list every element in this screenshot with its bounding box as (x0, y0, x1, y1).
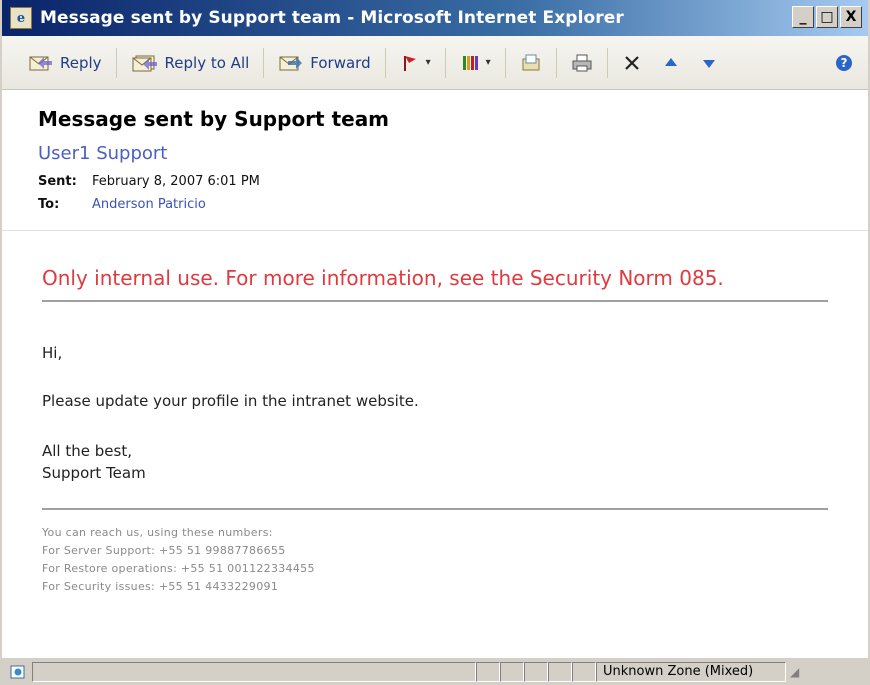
flag-icon (400, 53, 420, 73)
security-zone[interactable]: Unknown Zone (Mixed) (596, 661, 786, 682)
toolbar-separator (263, 47, 265, 78)
print-button[interactable] (561, 45, 603, 81)
footer-divider (42, 508, 828, 510)
reply-icon (28, 53, 54, 73)
signature-block: All the best, Support Team (42, 440, 828, 484)
categories-button[interactable]: ▾ (450, 45, 501, 81)
status-pane (548, 661, 572, 682)
toolbar-separator (384, 47, 386, 78)
message-subject: Message sent by Support team (38, 107, 390, 131)
forward-icon (278, 53, 304, 73)
reply-all-label: Reply to All (164, 53, 250, 72)
browser-window: e Message sent by Support team - Microso… (0, 0, 870, 685)
delete-icon (622, 53, 642, 73)
status-pane (572, 661, 596, 682)
previous-item-button[interactable] (652, 45, 690, 81)
chevron-down-icon: ▾ (485, 57, 491, 68)
message-header: Message sent by Support team User1 Suppo… (2, 91, 868, 231)
flag-button[interactable]: ▾ (390, 45, 441, 81)
toolbar-separator (115, 47, 117, 78)
toolbar-separator (444, 47, 446, 78)
resize-grip-icon[interactable]: ◢ (790, 665, 799, 679)
status-pane (476, 661, 500, 682)
sent-row: Sent: February 8, 2007 6:01 PM (38, 174, 868, 189)
zone-label: Unknown Zone (Mixed) (603, 664, 754, 679)
greeting-text: Hi, (42, 344, 63, 362)
window-title: Message sent by Support team - Microsoft… (40, 8, 624, 28)
sent-value: February 8, 2007 6:01 PM (92, 174, 260, 189)
signature-text: Support Team (42, 464, 146, 482)
status-text-pane (32, 661, 476, 682)
message-toolbar: Reply Reply to All Forward ▾ ▾ ? (2, 36, 868, 90)
message-body: Only internal use. For more information,… (42, 232, 828, 596)
sent-label: Sent: (38, 174, 77, 189)
help-button[interactable]: ? (824, 45, 868, 81)
minimize-button[interactable]: _ (792, 6, 814, 28)
forward-button[interactable]: Forward (268, 45, 380, 81)
status-pane (500, 661, 524, 682)
next-item-button[interactable] (690, 45, 728, 81)
contact-footer: You can reach us, using these numbers: F… (42, 524, 828, 596)
reply-label: Reply (60, 53, 102, 72)
print-icon (571, 53, 593, 73)
reply-all-button[interactable]: Reply to All (121, 45, 260, 81)
chevron-down-icon: ▾ (425, 57, 431, 68)
reply-button[interactable]: Reply (18, 45, 112, 81)
window-controls: _ □ X (792, 6, 862, 28)
closing-text: All the best, (42, 442, 132, 460)
footer-line: You can reach us, using these numbers: (42, 526, 273, 539)
reply-all-icon (131, 53, 159, 73)
previous-item-icon (662, 54, 680, 72)
status-pane (524, 661, 548, 682)
delete-button[interactable] (612, 45, 652, 81)
toolbar-separator (555, 47, 557, 78)
svg-text:?: ? (841, 56, 848, 70)
categories-icon (460, 53, 480, 73)
to-recipient[interactable]: Anderson Patricio (92, 197, 206, 212)
close-button[interactable]: X (840, 6, 862, 28)
ie-app-icon: e (10, 7, 32, 29)
title-bar[interactable]: e Message sent by Support team - Microso… (2, 0, 868, 36)
to-label: To: (38, 197, 60, 212)
security-banner: Only internal use. For more information,… (42, 266, 828, 302)
footer-line: For Security issues: +55 51 4433229091 (42, 580, 279, 593)
footer-line: For Server Support: +55 51 99887786655 (42, 544, 286, 557)
maximize-button[interactable]: □ (816, 6, 838, 28)
message-sender[interactable]: User1 Support (38, 143, 868, 164)
toolbar-separator (504, 47, 506, 78)
next-item-icon (700, 54, 718, 72)
forward-label: Forward (310, 53, 371, 72)
to-row: To: Anderson Patricio (38, 197, 868, 212)
move-to-folder-button[interactable] (510, 45, 552, 81)
toolbar-separator (606, 47, 608, 78)
status-bar: Unknown Zone (Mixed) ◢ (2, 657, 868, 685)
footer-line: For Restore operations: +55 51 001122334… (42, 562, 315, 575)
move-to-folder-icon (520, 53, 542, 73)
help-icon: ? (834, 53, 854, 73)
page-status-icon (10, 664, 26, 680)
body-text: Please update your profile in the intran… (42, 392, 419, 410)
